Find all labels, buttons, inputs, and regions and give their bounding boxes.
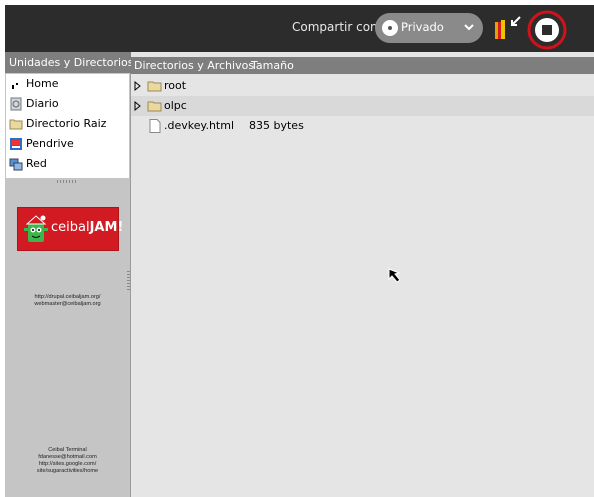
- drive-item-root[interactable]: Directorio Raiz: [6, 114, 129, 134]
- expander-icon[interactable]: [134, 81, 141, 91]
- mouse-pointer-icon: [388, 268, 401, 283]
- drive-item-home[interactable]: Home: [6, 74, 129, 94]
- folder-icon: [147, 101, 162, 112]
- chevron-down-icon: [464, 24, 474, 31]
- journal-icon: [10, 97, 22, 111]
- contact-info-bottom: Ceibal Terminal fdanesse@hotmail.com htt…: [36, 447, 99, 474]
- drive-item-red[interactable]: Red: [6, 154, 129, 174]
- folder-icon: [147, 81, 162, 92]
- share-combo[interactable]: Privado: [375, 13, 483, 43]
- file-size: 835 bytes: [249, 119, 304, 132]
- file-icon: [149, 119, 161, 133]
- file-name: olpc: [164, 99, 187, 112]
- toolbar: Compartir con: Privado: [5, 5, 594, 52]
- network-icon: [9, 158, 23, 171]
- files-pane: Directorios y Archivos Tamaño root olpc …: [131, 52, 594, 497]
- file-row-devkey[interactable]: .devkey.html 835 bytes: [131, 116, 594, 136]
- resize-handle[interactable]: [57, 180, 77, 183]
- share-value: Privado: [401, 20, 444, 34]
- drives-list: Home Diario Directorio Raiz Pendrive Red: [6, 74, 129, 178]
- drive-item-label: Diario: [26, 97, 59, 110]
- col-name[interactable]: Directorios y Archivos: [134, 57, 254, 74]
- file-name: .devkey.html: [164, 119, 234, 132]
- drive-item-label: Directorio Raiz: [26, 117, 107, 130]
- drive-item-diario[interactable]: Diario: [6, 94, 129, 114]
- file-name: root: [164, 79, 187, 92]
- home-icon: [12, 83, 18, 89]
- share-label: Compartir con:: [292, 20, 382, 34]
- window: Compartir con: Privado Unidades y Direct…: [5, 5, 594, 497]
- file-row-root[interactable]: root: [131, 76, 594, 96]
- pane-splitter[interactable]: [127, 270, 130, 290]
- expander-icon[interactable]: [134, 101, 141, 111]
- file-row-olpc[interactable]: olpc: [131, 96, 594, 116]
- private-icon: [382, 20, 398, 36]
- keep-icon[interactable]: [492, 13, 526, 43]
- drives-pane: Unidades y Directorios Home Diario Direc…: [5, 52, 134, 497]
- stop-icon[interactable]: [525, 8, 569, 52]
- drive-item-label: Home: [26, 77, 59, 90]
- drives-header: Unidades y Directorios: [5, 52, 134, 73]
- folder-icon: [9, 119, 23, 130]
- col-size[interactable]: Tamaño: [251, 57, 294, 74]
- column-header: Directorios y Archivos Tamaño: [131, 57, 594, 74]
- mascot-icon: [24, 215, 48, 242]
- ceibaljam-logo: ceibalJAM!: [17, 207, 123, 251]
- drive-item-pendrive[interactable]: Pendrive: [6, 134, 129, 154]
- drive-item-label: Pendrive: [26, 137, 74, 150]
- contact-info-top: http://drupal.ceibaljam.org/ webmaster@c…: [34, 294, 101, 307]
- usb-drive-icon: [10, 138, 22, 150]
- logo-text: ceibalJAM!: [51, 220, 124, 235]
- drive-item-label: Red: [26, 157, 47, 170]
